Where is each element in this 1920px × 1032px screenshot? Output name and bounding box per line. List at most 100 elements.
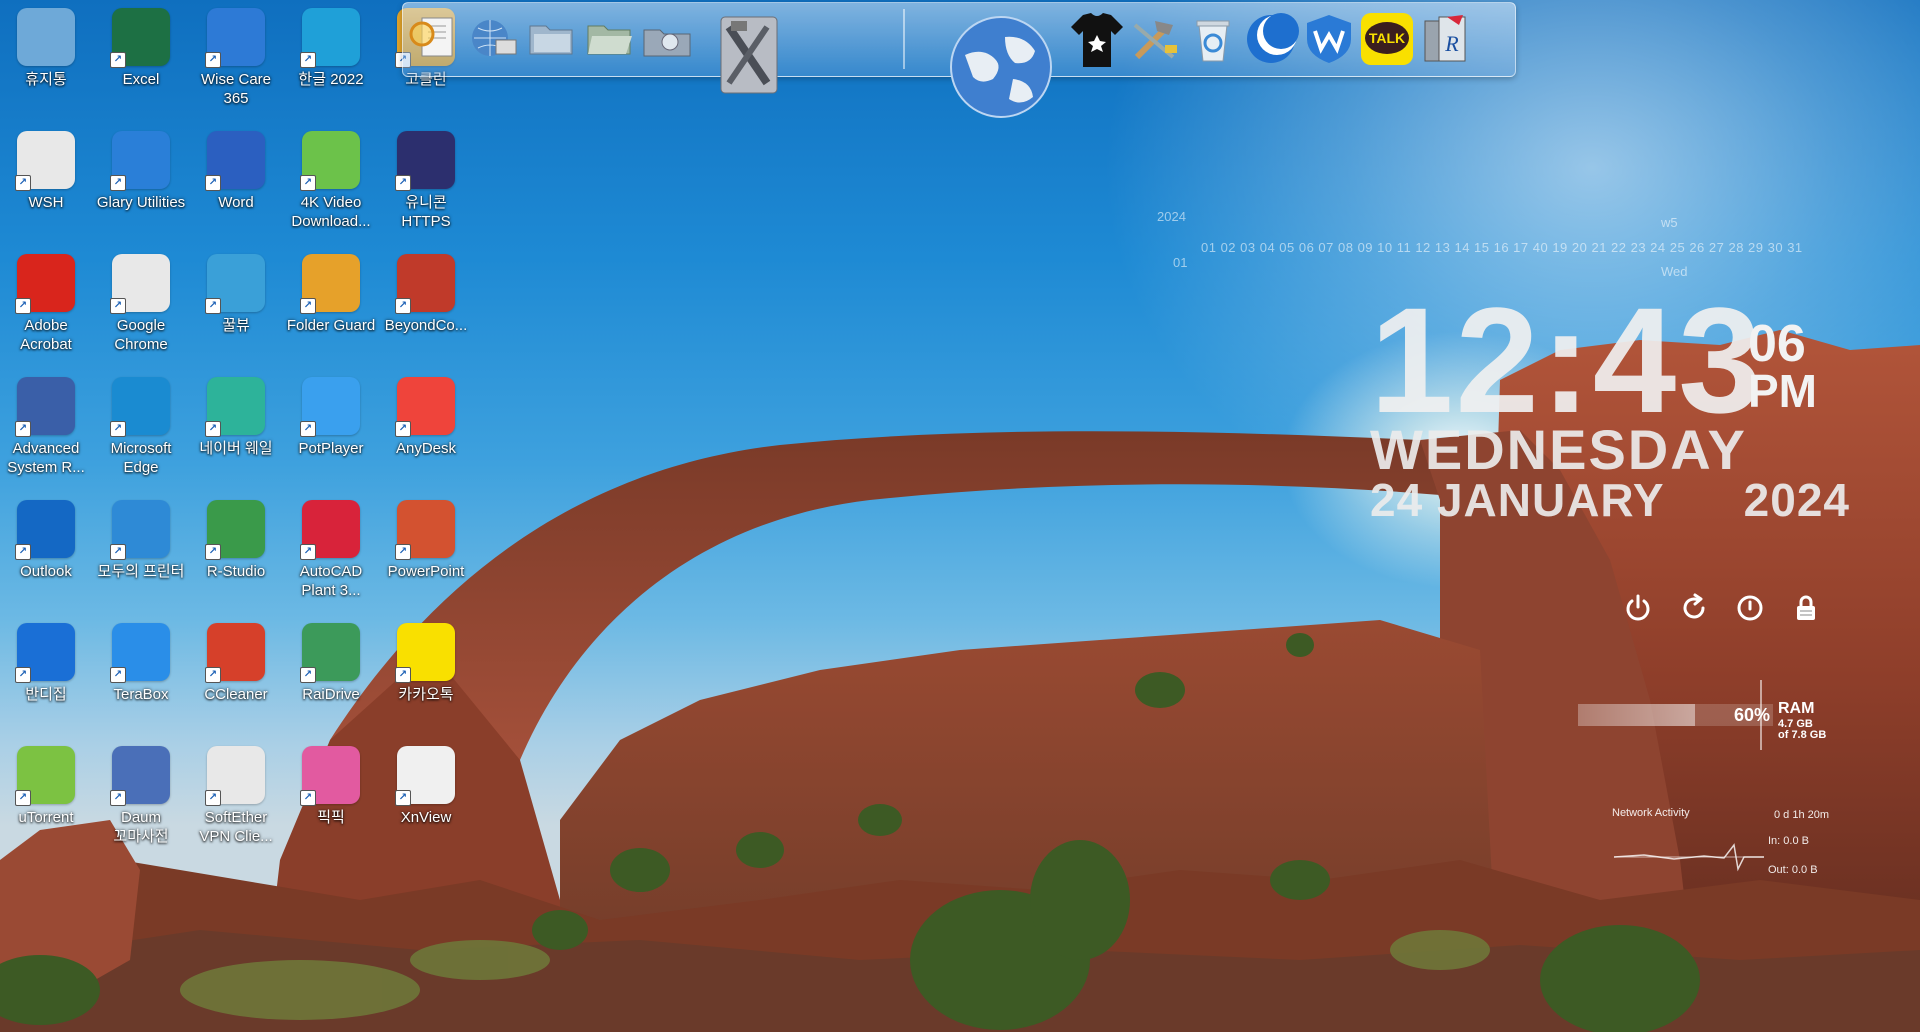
desktop-icon[interactable]: ↗ uTorrent — [0, 738, 92, 827]
wise-shield-icon[interactable] — [1301, 9, 1357, 69]
desktop-icon-label: 유니콘 HTTPS — [401, 194, 451, 230]
desktop-icon[interactable]: ↗ Glary Utilities — [95, 123, 187, 212]
shortcut-arrow-icon: ↗ — [110, 667, 126, 683]
desktop-icon[interactable]: ↗ Outlook — [0, 492, 92, 581]
desktop-icon-label: Word — [218, 194, 254, 211]
desktop-icon[interactable]: ↗ AnyDesk — [380, 369, 472, 458]
desktop-icon-label: uTorrent — [18, 809, 74, 826]
desktop-icon-label: RaiDrive — [302, 686, 360, 703]
network-activity-widget: Network Activity 0 d 1h 20m In: 0.0 B Ou… — [1600, 805, 1900, 895]
shortcut-arrow-icon: ↗ — [300, 544, 316, 560]
desktop-icon-label: AutoCAD Plant 3... — [299, 563, 363, 599]
shortcut-arrow-icon: ↗ — [110, 52, 126, 68]
network-globe-icon[interactable] — [465, 9, 521, 69]
desktop-icon[interactable]: ↗ TeraBox — [95, 615, 187, 704]
naver-whale-icon: ↗ — [205, 377, 265, 437]
desktop-icon[interactable]: ↗ WSH — [0, 123, 92, 212]
desktop-icon-label: Outlook — [20, 563, 72, 580]
shortcut-arrow-icon: ↗ — [300, 298, 316, 314]
desktop-icon[interactable]: ↗ 한글 2022 — [285, 0, 377, 89]
desktop-icon[interactable]: ↗ 카카오톡 — [380, 615, 472, 704]
desktop-icon-label: Wise Care 365 — [200, 71, 271, 107]
desktop-icon[interactable]: ↗ Word — [190, 123, 282, 212]
shortcut-arrow-icon: ↗ — [300, 175, 316, 191]
hammer-tools-icon[interactable] — [1127, 9, 1183, 69]
shortcut-arrow-icon: ↗ — [395, 667, 411, 683]
bandizip-icon: ↗ — [15, 623, 75, 683]
desktop-icon-label: 4K Video Download... — [291, 194, 371, 230]
picpick-icon: ↗ — [300, 746, 360, 806]
desktop-icon-label: PowerPoint — [387, 563, 465, 580]
shortcut-arrow-icon: ↗ — [395, 790, 411, 806]
desktop-icon[interactable]: ↗ Folder Guard — [285, 246, 377, 335]
desktop-icon[interactable]: ↗ Daum 꼬마사전 — [95, 738, 187, 846]
desktop-icon[interactable]: ↗ Wise Care 365 — [190, 0, 282, 108]
earth-globe-icon[interactable] — [943, 7, 1059, 125]
desktop-icon[interactable]: ↗ Excel — [95, 0, 187, 89]
open-folder-icon[interactable] — [581, 9, 637, 69]
desktop-icon[interactable]: ↗ XnView — [380, 738, 472, 827]
desktop-icon[interactable]: ↗ RaiDrive — [285, 615, 377, 704]
search-document-icon[interactable] — [407, 9, 463, 69]
desktop-icon[interactable]: ↗ CCleaner — [190, 615, 282, 704]
desktop-icon[interactable]: ↗ 유니콘 HTTPS — [380, 123, 472, 231]
clock-year: 2024 — [1743, 474, 1850, 526]
lock-icon[interactable] — [1788, 590, 1824, 626]
desktop[interactable]: 휴지통↗Excel↗Wise Care 365↗한글 2022↗고클린↗WSH↗… — [0, 0, 1920, 1032]
power-icon[interactable] — [1620, 590, 1656, 626]
rainmeter-icon[interactable]: R — [1417, 9, 1473, 69]
desktop-icon-label: Adobe Acrobat — [20, 317, 72, 353]
hangul-icon: ↗ — [300, 8, 360, 68]
desktop-icon[interactable]: ↗ 반디집 — [0, 615, 92, 704]
desktop-icon[interactable]: ↗ PowerPoint — [380, 492, 472, 581]
clock-day-month: 24 JANUARY — [1370, 474, 1665, 526]
desktop-icon[interactable]: ↗ Adobe Acrobat — [0, 246, 92, 354]
ram-label: RAM — [1778, 700, 1815, 717]
desktop-icon[interactable]: ↗ Google Chrome — [95, 246, 187, 354]
desktop-icon[interactable]: ↗ R-Studio — [190, 492, 282, 581]
recycle-bin-icon[interactable] — [1185, 9, 1241, 69]
desktop-icon-label: SoftEther VPN Clie... — [199, 809, 273, 845]
desktop-icon[interactable]: ↗ 4K Video Download... — [285, 123, 377, 231]
launcher-dock: TALK R — [402, 2, 1516, 118]
shortcut-arrow-icon: ↗ — [205, 421, 221, 437]
desktop-icon[interactable]: ↗ 네이버 웨일 — [190, 369, 282, 458]
shortcut-arrow-icon: ↗ — [205, 544, 221, 560]
desktop-icon[interactable]: ↗ BeyondCo... — [380, 246, 472, 335]
modu-printer-icon: ↗ — [110, 500, 170, 560]
shortcut-arrow-icon: ↗ — [15, 790, 31, 806]
clock-widget: 12:43 06 PM WEDNESDAY 24 JANUARY 2024 — [1370, 285, 1890, 530]
file-manager-icon[interactable] — [639, 9, 695, 69]
desktop-icon-label: 한글 2022 — [298, 71, 364, 88]
desktop-icon[interactable]: ↗ SoftEther VPN Clie... — [190, 738, 282, 846]
desktop-icon[interactable]: ↗ 픽픽 — [285, 738, 377, 827]
utilities-tools-icon[interactable] — [703, 7, 793, 103]
folder-guard-icon: ↗ — [300, 254, 360, 314]
desktop-icon[interactable]: ↗ Microsoft Edge — [95, 369, 187, 477]
desktop-icon-label: Advanced System R... — [7, 440, 85, 476]
tshirt-icon[interactable] — [1069, 9, 1125, 69]
desktop-icon[interactable]: ↗ AutoCAD Plant 3... — [285, 492, 377, 600]
desktop-icon-label: Excel — [122, 71, 160, 88]
glary-moon-icon[interactable] — [1243, 9, 1299, 69]
ram-divider — [1760, 680, 1762, 750]
desktop-icon-label: R-Studio — [206, 563, 266, 580]
shortcut-arrow-icon: ↗ — [205, 298, 221, 314]
desktop-icon-label: XnView — [400, 809, 452, 826]
desktop-icon[interactable]: ↗ PotPlayer — [285, 369, 377, 458]
desktop-icon[interactable]: ↗ Advanced System R... — [0, 369, 92, 477]
desktop-icon[interactable]: ↗ 모두의 프린터 — [95, 492, 187, 581]
potplayer-icon: ↗ — [300, 377, 360, 437]
folder-icon[interactable] — [523, 9, 579, 69]
desktop-icon-grid: 휴지통↗Excel↗Wise Care 365↗한글 2022↗고클린↗WSH↗… — [0, 0, 480, 1032]
kakaotalk-icon[interactable]: TALK — [1359, 9, 1415, 69]
softether-vpn-icon: ↗ — [205, 746, 265, 806]
sleep-icon[interactable] — [1732, 590, 1768, 626]
desktop-icon-label: Microsoft Edge — [110, 440, 172, 476]
desktop-icon-label: 카카오톡 — [398, 686, 454, 703]
unicorn-https-icon: ↗ — [395, 131, 455, 191]
desktop-icon[interactable]: ↗ 꿀뷰 — [190, 246, 282, 335]
desktop-icon-label: 픽픽 — [317, 809, 345, 826]
desktop-icon[interactable]: 휴지통 — [0, 0, 92, 89]
restart-icon[interactable] — [1676, 590, 1712, 626]
